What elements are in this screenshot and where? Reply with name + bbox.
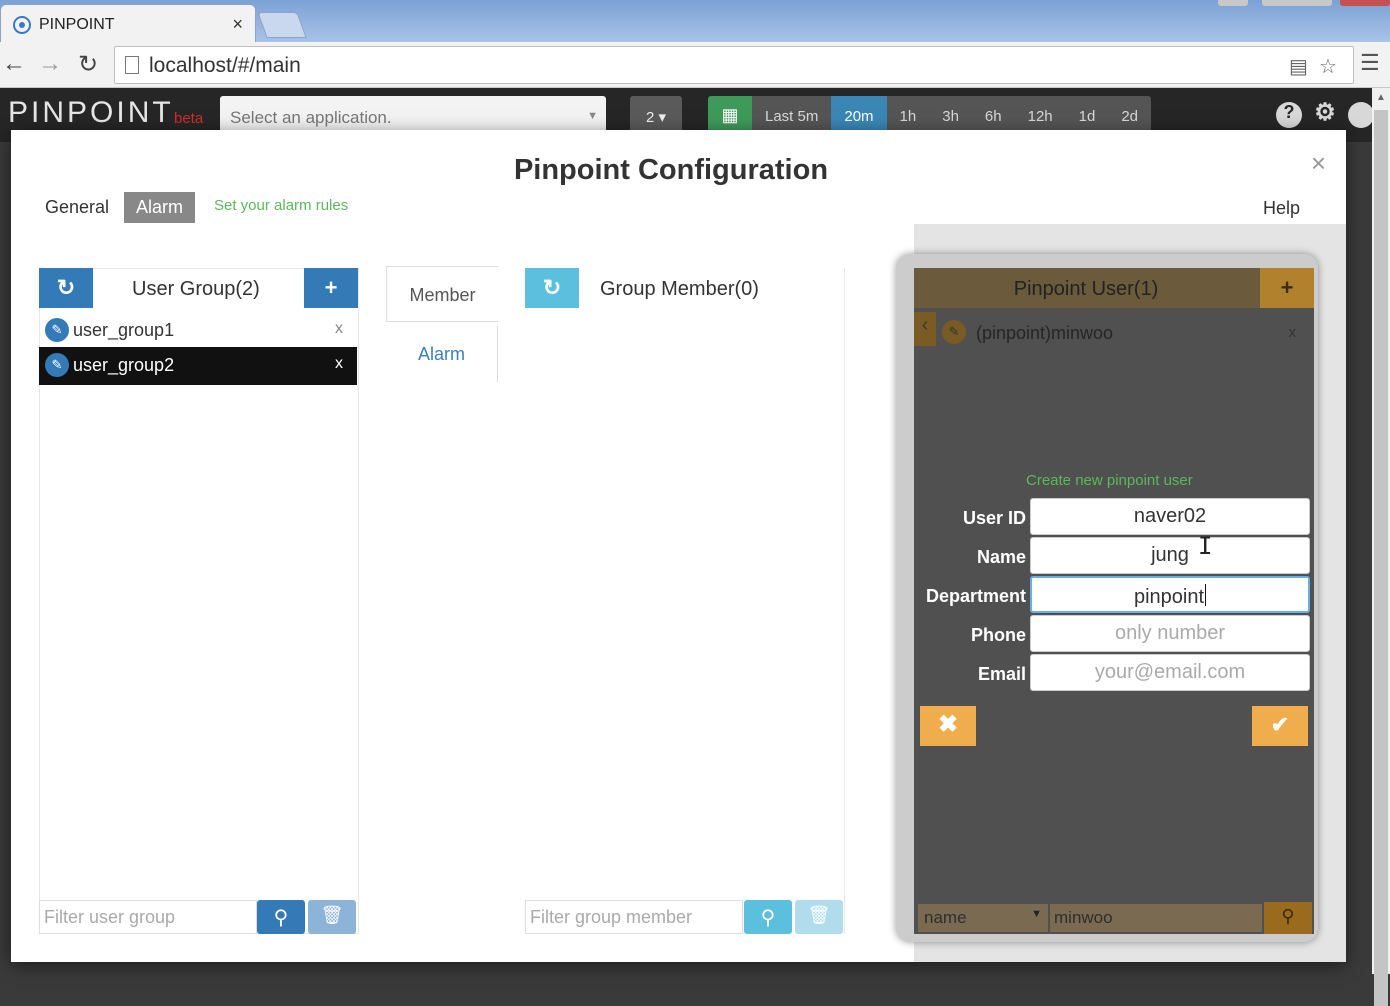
- text-caret: [1205, 584, 1207, 606]
- user-id-label: User ID: [962, 508, 1026, 528]
- pinpoint-user-title: Pinpoint User(1): [1013, 278, 1159, 300]
- name-field[interactable]: jung: [1030, 537, 1310, 574]
- pinpoint-user-panel-body: Pinpoint User(1) + ‹ ✎ (pinpoint)minwoo …: [914, 268, 1314, 934]
- url-text: localhost/#/main: [149, 54, 301, 77]
- page-scrollbar[interactable]: ▲: [1372, 88, 1390, 1006]
- scroll-up-icon[interactable]: ▲: [1376, 92, 1386, 103]
- refresh-user-group-button[interactable]: ↻: [39, 268, 93, 308]
- department-field[interactable]: pinpoint: [1030, 576, 1310, 613]
- user-group-name: user_group2: [73, 355, 175, 375]
- user-group-title: User Group(2): [132, 278, 260, 300]
- refresh-group-member-button[interactable]: ↻: [525, 268, 579, 308]
- tab-member[interactable]: Member: [386, 266, 498, 322]
- window-minimize-button[interactable]: [1218, 0, 1248, 6]
- clear-group-member-filter-button[interactable]: 🗑: [795, 900, 843, 934]
- tab-alarm[interactable]: Alarm: [124, 192, 196, 223]
- browser-toolbar: ← → ↻ localhost/#/main ▤ ☆ ☰: [0, 42, 1390, 88]
- close-icon[interactable]: ×: [1311, 148, 1326, 179]
- edit-icon[interactable]: ✎: [942, 320, 966, 344]
- new-tab-button[interactable]: [257, 12, 307, 38]
- add-pinpoint-user-button[interactable]: +: [1260, 268, 1314, 308]
- user-filter-field-value: name: [924, 908, 967, 927]
- edit-icon[interactable]: ✎: [45, 318, 69, 342]
- group-member-title: Group Member(0): [600, 278, 759, 300]
- browser-tab[interactable]: PINPOINT ×: [0, 4, 256, 42]
- department-value: pinpoint: [1133, 586, 1205, 608]
- edit-icon[interactable]: ✎: [45, 353, 69, 377]
- department-label: Department: [925, 586, 1026, 606]
- beta-badge: beta: [174, 110, 204, 127]
- name-label: Name: [976, 547, 1026, 567]
- page-icon: [125, 56, 139, 74]
- search-group-member-button[interactable]: ⚲: [744, 900, 792, 934]
- bookmark-star-icon[interactable]: ☆: [1319, 54, 1337, 79]
- reload-icon[interactable]: ↻: [78, 50, 98, 79]
- github-icon[interactable]: [1348, 102, 1374, 128]
- remove-icon[interactable]: x: [1289, 324, 1297, 341]
- forward-arrow-icon[interactable]: →: [38, 50, 62, 78]
- translate-icon[interactable]: ▤: [1289, 54, 1308, 79]
- browser-tab-title: PINPOINT: [39, 16, 115, 33]
- phone-label: Phone: [970, 625, 1026, 645]
- scroll-thumb[interactable]: [1374, 110, 1388, 1006]
- email-field[interactable]: your@email.com: [1030, 654, 1310, 691]
- email-label: Email: [977, 664, 1026, 684]
- address-bar[interactable]: localhost/#/main ▤ ☆: [114, 46, 1354, 84]
- user-group-item[interactable]: ✎ user_group1 x: [39, 312, 357, 350]
- window-maximize-button[interactable]: [1262, 0, 1332, 6]
- clear-user-group-filter-button[interactable]: 🗑: [308, 900, 356, 934]
- remove-icon[interactable]: x: [335, 355, 343, 373]
- user-group-item-selected[interactable]: ✎ user_group2 x: [39, 347, 357, 385]
- pinpoint-logo: PINPOINT: [8, 96, 174, 129]
- pinpoint-user-panel: Pinpoint User(1) + ‹ ✎ (pinpoint)minwoo …: [896, 254, 1318, 942]
- pinpoint-favicon-icon: [13, 16, 31, 34]
- help-circle-icon[interactable]: ?: [1276, 102, 1302, 128]
- window-close-button[interactable]: [1340, 0, 1390, 6]
- browser-tab-strip: PINPOINT ×: [0, 0, 1390, 42]
- gear-icon[interactable]: ⚙: [1312, 98, 1338, 126]
- tab-close-icon[interactable]: ×: [232, 14, 243, 35]
- depth-value: 2: [645, 109, 655, 126]
- user-group-name: user_group1: [73, 320, 175, 340]
- help-link[interactable]: Help: [1263, 198, 1300, 219]
- user-filter-input[interactable]: minwoo: [1050, 904, 1262, 932]
- user-id-field[interactable]: naver02: [1030, 498, 1310, 535]
- alarm-hint: Set your alarm rules: [214, 197, 349, 214]
- chevron-down-icon: ▼: [587, 110, 598, 122]
- chevron-down-icon: ▼: [1031, 908, 1042, 920]
- tab-alarm-rules[interactable]: Alarm: [386, 326, 498, 382]
- search-user-button[interactable]: ⚲: [1264, 902, 1312, 934]
- pinpoint-user-name[interactable]: (pinpoint)minwoo: [976, 323, 1113, 344]
- create-user-label: Create new pinpoint user: [1026, 472, 1193, 489]
- phone-field[interactable]: only number: [1030, 615, 1310, 652]
- add-user-group-button[interactable]: +: [304, 268, 358, 308]
- text-cursor-icon: I: [1198, 532, 1213, 560]
- user-filter-field-select[interactable]: name ▼: [918, 904, 1048, 932]
- filter-user-group-input[interactable]: Filter user group: [39, 900, 257, 934]
- search-user-group-button[interactable]: ⚲: [257, 900, 305, 934]
- remove-icon[interactable]: x: [335, 320, 343, 338]
- chevron-left-icon[interactable]: ‹: [914, 312, 936, 346]
- cancel-button[interactable]: ✖: [920, 706, 976, 746]
- browser-menu-icon[interactable]: ☰: [1360, 50, 1380, 76]
- filter-group-member-input[interactable]: Filter group member: [525, 900, 743, 934]
- application-select-placeholder: Select an application.: [230, 108, 392, 127]
- group-member-panel: [525, 268, 845, 934]
- back-arrow-icon[interactable]: ←: [2, 50, 26, 78]
- confirm-button[interactable]: ✔: [1252, 706, 1308, 746]
- tab-general[interactable]: General: [33, 192, 121, 223]
